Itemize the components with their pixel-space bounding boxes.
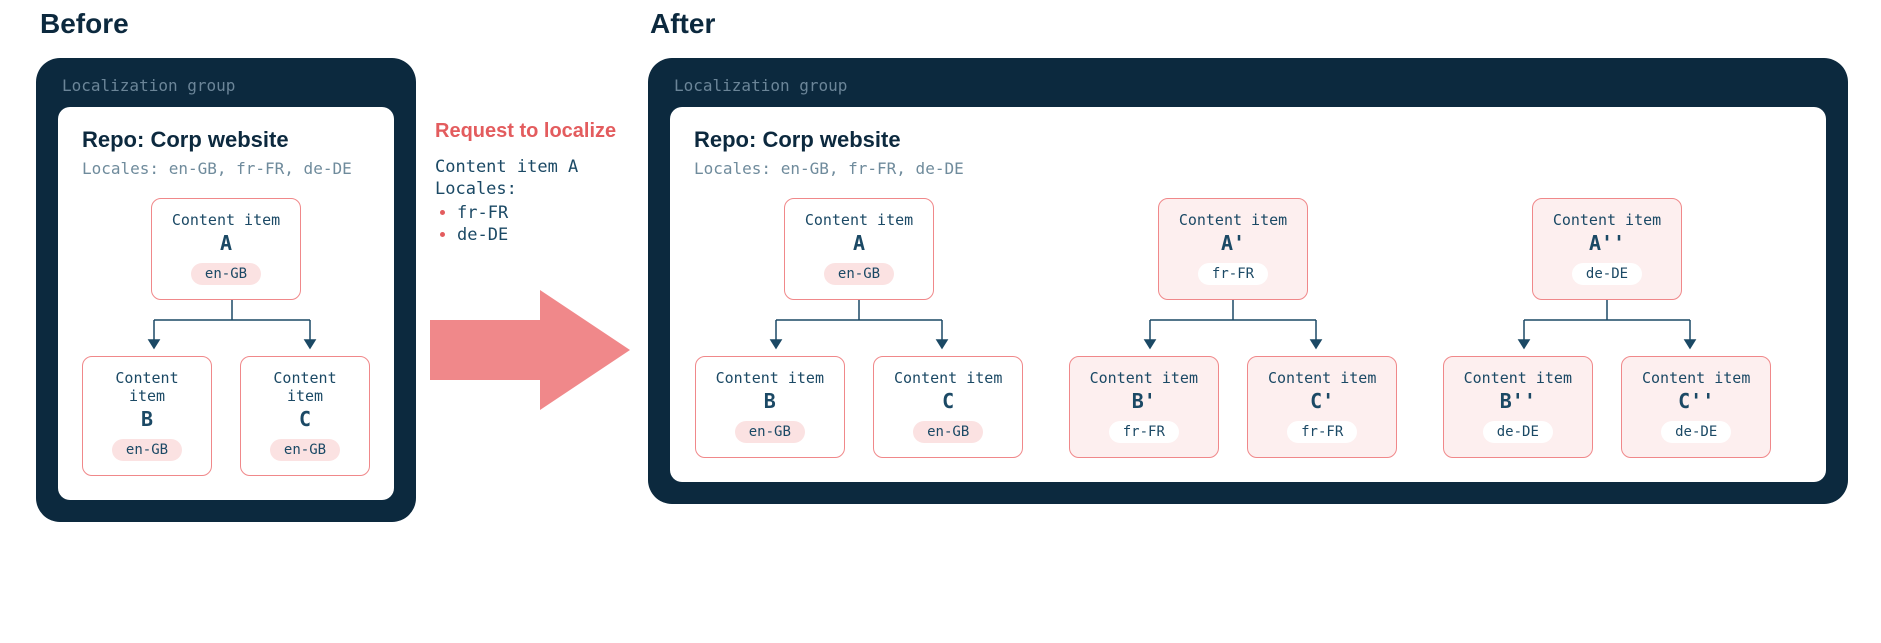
content-item-id: C' bbox=[1268, 389, 1376, 413]
locale-pill: fr-FR bbox=[1198, 263, 1268, 285]
after-tree-fr: Content item A' fr-FR Content item B' fr… bbox=[1068, 198, 1398, 458]
request-title: Request to localize bbox=[435, 120, 655, 143]
repo-title: Repo: Corp website bbox=[82, 127, 370, 153]
repo-title: Repo: Corp website bbox=[694, 127, 1802, 153]
locale-pill: en-GB bbox=[913, 421, 983, 443]
content-item-node: Content item C en-GB bbox=[873, 356, 1023, 458]
before-tree: Content item A en-GB Content item B en-G… bbox=[82, 198, 370, 476]
locale-pill: en-GB bbox=[824, 263, 894, 285]
content-item-node: Content item B' fr-FR bbox=[1069, 356, 1219, 458]
locale-pill: de-DE bbox=[1661, 421, 1731, 443]
heading-before: Before bbox=[40, 8, 129, 40]
content-item-label: Content item bbox=[1090, 369, 1198, 387]
content-item-label: Content item bbox=[261, 369, 349, 405]
content-item-node: Content item B en-GB bbox=[695, 356, 845, 458]
content-item-id: C bbox=[894, 389, 1002, 413]
locale-pill: en-GB bbox=[191, 263, 261, 285]
content-item-node: Content item C' fr-FR bbox=[1247, 356, 1397, 458]
locale-pill: en-GB bbox=[112, 439, 182, 461]
content-item-id: A bbox=[805, 231, 913, 255]
content-item-node: Content item A en-GB bbox=[784, 198, 934, 300]
locale-pill: de-DE bbox=[1572, 263, 1642, 285]
content-item-label: Content item bbox=[805, 211, 913, 229]
request-locale-item: de-DE bbox=[457, 225, 655, 245]
content-item-id: B' bbox=[1090, 389, 1198, 413]
content-item-id: A'' bbox=[1553, 231, 1661, 255]
request-annotation: Request to localize Content item A Local… bbox=[435, 120, 655, 247]
after-tree-en: Content item A en-GB Content item B en-G… bbox=[694, 198, 1024, 458]
after-trees-row: Content item A en-GB Content item B en-G… bbox=[694, 198, 1802, 458]
content-item-node: Content item A'' de-DE bbox=[1532, 198, 1682, 300]
group-label: Localization group bbox=[62, 76, 394, 95]
locale-pill: en-GB bbox=[735, 421, 805, 443]
after-repo-panel: Repo: Corp website Locales: en-GB, fr-FR… bbox=[670, 107, 1826, 482]
content-item-id: A' bbox=[1179, 231, 1287, 255]
content-item-label: Content item bbox=[1464, 369, 1572, 387]
locale-pill: en-GB bbox=[270, 439, 340, 461]
content-item-label: Content item bbox=[172, 211, 280, 229]
repo-locales: Locales: en-GB, fr-FR, de-DE bbox=[82, 159, 370, 178]
request-locale-item: fr-FR bbox=[457, 203, 655, 223]
content-item-node: Content item B'' de-DE bbox=[1443, 356, 1593, 458]
group-label: Localization group bbox=[674, 76, 1826, 95]
diagram-canvas: Before After Localization group Repo: Co… bbox=[0, 0, 1881, 643]
arrow-icon bbox=[430, 290, 630, 410]
request-locales-label: Locales: bbox=[435, 179, 655, 199]
content-item-node: Content item A' fr-FR bbox=[1158, 198, 1308, 300]
locale-pill: fr-FR bbox=[1109, 421, 1179, 443]
request-locales-list: fr-FR de-DE bbox=[435, 203, 655, 245]
content-item-id: B'' bbox=[1464, 389, 1572, 413]
after-tree-de: Content item A'' de-DE Content item B'' … bbox=[1442, 198, 1772, 458]
content-item-id: C'' bbox=[1642, 389, 1750, 413]
content-item-node: Content item B en-GB bbox=[82, 356, 212, 476]
content-item-id: C bbox=[261, 407, 349, 431]
content-item-label: Content item bbox=[1179, 211, 1287, 229]
content-item-label: Content item bbox=[1553, 211, 1661, 229]
content-item-node: Content item C'' de-DE bbox=[1621, 356, 1771, 458]
content-item-label: Content item bbox=[103, 369, 191, 405]
content-item-id: B bbox=[716, 389, 824, 413]
before-localization-group: Localization group Repo: Corp website Lo… bbox=[36, 58, 416, 522]
content-item-node: Content item A en-GB bbox=[151, 198, 301, 300]
content-item-label: Content item bbox=[894, 369, 1002, 387]
content-item-id: A bbox=[172, 231, 280, 255]
request-item-line: Content item A bbox=[435, 157, 655, 177]
after-localization-group: Localization group Repo: Corp website Lo… bbox=[648, 58, 1848, 504]
content-item-id: B bbox=[103, 407, 191, 431]
content-item-label: Content item bbox=[716, 369, 824, 387]
content-item-label: Content item bbox=[1642, 369, 1750, 387]
repo-locales: Locales: en-GB, fr-FR, de-DE bbox=[694, 159, 1802, 178]
locale-pill: fr-FR bbox=[1287, 421, 1357, 443]
content-item-label: Content item bbox=[1268, 369, 1376, 387]
content-item-node: Content item C en-GB bbox=[240, 356, 370, 476]
before-repo-panel: Repo: Corp website Locales: en-GB, fr-FR… bbox=[58, 107, 394, 500]
heading-after: After bbox=[650, 8, 715, 40]
locale-pill: de-DE bbox=[1483, 421, 1553, 443]
